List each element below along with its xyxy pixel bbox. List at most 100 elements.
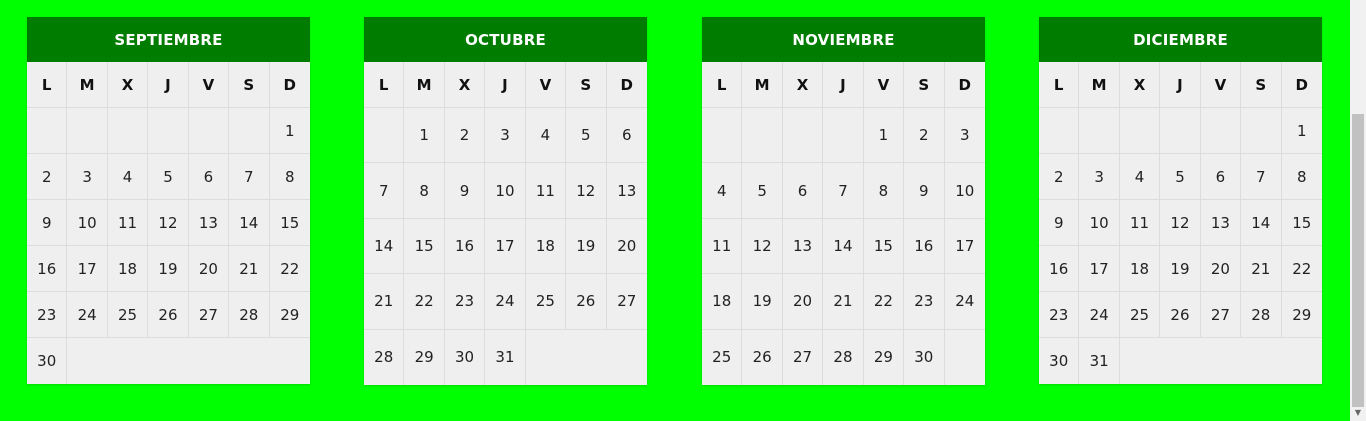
day-cell: 3 [67, 154, 108, 200]
week-row: 23 24 25 26 27 28 29 [1039, 292, 1322, 338]
day-cell: 8 [1281, 154, 1322, 200]
day-cell: 22 [269, 246, 310, 292]
day-cell: 29 [1281, 292, 1322, 338]
day-cell: 17 [485, 218, 526, 275]
day-cell: 27 [783, 329, 824, 385]
day-cell: 27 [1200, 292, 1242, 338]
month-title: SEPTIEMBRE [27, 17, 310, 62]
day-cell: 27 [606, 274, 647, 330]
day-cell: 9 [1039, 200, 1080, 246]
day-cell: 1 [269, 108, 310, 154]
empty-day-cell [526, 330, 566, 385]
day-cell: 17 [67, 246, 108, 292]
day-cell: 3 [944, 108, 985, 164]
day-cell: 31 [485, 329, 526, 385]
empty-day-cell [107, 108, 149, 154]
vertical-scrollbar[interactable]: ▼ [1350, 0, 1366, 421]
weekday-label: X [782, 62, 824, 108]
day-cell: 7 [364, 163, 405, 219]
day-cell: 6 [1200, 154, 1242, 200]
weekday-label: V [1200, 62, 1242, 108]
weekday-label: V [188, 62, 230, 108]
day-cell: 16 [904, 218, 945, 275]
weekday-label: M [1079, 62, 1120, 108]
day-cell: 30 [904, 329, 945, 385]
weekday-label: D [1281, 62, 1322, 108]
day-cell: 17 [1079, 246, 1120, 292]
day-cell: 11 [702, 218, 743, 275]
day-cell: 22 [1281, 246, 1322, 292]
empty-day-cell [1241, 108, 1282, 154]
day-cell: 18 [525, 218, 567, 275]
day-cell: 21 [1241, 246, 1282, 292]
day-cell: 20 [188, 246, 230, 292]
week-row: 9 10 11 12 13 14 15 [27, 200, 310, 246]
day-cell: 1 [1281, 108, 1322, 154]
week-row: 30 [27, 338, 310, 384]
day-cell: 4 [525, 108, 567, 164]
empty-day-cell [1079, 108, 1120, 154]
calendar-september: SEPTIEMBRE L M X J V S D 1 2 3 4 5 6 7 8 9 10 11 12… [27, 17, 310, 384]
week-row: 2345678 [27, 154, 310, 200]
empty-day-cell [27, 108, 68, 154]
weekday-label: S [904, 62, 945, 108]
month-title: DICIEMBRE [1039, 17, 1322, 62]
chevron-down-icon[interactable]: ▼ [1350, 407, 1366, 419]
day-cell: 12 [1160, 200, 1201, 246]
day-cell: 15 [269, 200, 310, 246]
day-cell: 19 [742, 274, 783, 330]
calendar-november: NOVIEMBRE L M X J V S D 1 2 3 4 5 6 7 8 9 10 11 12 1… [702, 17, 985, 385]
weekday-label: J [823, 62, 864, 108]
week-row: 21 22 23 24 25 26 27 [364, 274, 647, 330]
week-row: 1 [1039, 108, 1322, 154]
empty-day-cell [742, 108, 783, 164]
day-cell: 12 [742, 218, 783, 275]
day-cell: 29 [269, 292, 310, 338]
day-cell: 10 [67, 200, 108, 246]
empty-day-cell [782, 108, 824, 164]
weekday-label: J [1160, 62, 1201, 108]
weekday-label: M [67, 62, 108, 108]
day-cell: 5 [1160, 154, 1201, 200]
day-cell: 9 [27, 200, 68, 246]
day-cell: 11 [107, 200, 149, 246]
day-cell: 12 [148, 200, 189, 246]
month-title: OCTUBRE [364, 17, 647, 62]
day-cell: 4 [107, 154, 149, 200]
day-cell: 20 [606, 219, 647, 275]
day-cell: 29 [864, 329, 905, 385]
week-row: 11 12 13 14 15 16 17 [702, 218, 985, 275]
weekday-label: S [566, 62, 607, 108]
day-cell: 13 [782, 218, 824, 275]
weekday-label: X [107, 62, 149, 108]
weekday-header-row: L M X J V S D [364, 62, 647, 108]
day-cell: 18 [107, 246, 149, 292]
day-cell: 3 [1079, 154, 1120, 200]
weekday-header-row: L M X J V S D [702, 62, 985, 108]
scrollbar-thumb[interactable] [1352, 114, 1364, 407]
day-cell: 15 [863, 218, 905, 275]
day-cell: 8 [863, 163, 905, 219]
day-cell: 24 [485, 274, 526, 330]
empty-day-cell [1241, 338, 1281, 384]
day-cell: 11 [525, 163, 567, 219]
week-row: 23 24 25 26 27 28 29 [27, 292, 310, 338]
day-cell: 5 [742, 163, 783, 219]
day-cell: 15 [1281, 200, 1322, 246]
day-cell: 30 [27, 338, 68, 384]
day-cell: 26 [148, 292, 189, 338]
weekday-label: V [863, 62, 905, 108]
day-cell: 2 [444, 108, 486, 164]
empty-day-cell [364, 108, 405, 164]
day-cell: 2 [27, 154, 68, 200]
day-cell: 8 [404, 163, 445, 219]
day-cell: 2 [904, 108, 945, 164]
empty-day-cell [1120, 338, 1160, 384]
day-cell: 10 [944, 163, 985, 219]
empty-day-cell [148, 338, 188, 384]
calendar-december: DICIEMBRE L M X J V S D 1 2 3 4 5 6 7 8 9 10 11 12 1… [1039, 17, 1322, 384]
day-cell: 25 [1119, 292, 1161, 338]
day-cell: 26 [566, 274, 607, 330]
day-cell: 19 [566, 218, 607, 275]
day-cell: 1 [404, 108, 445, 164]
